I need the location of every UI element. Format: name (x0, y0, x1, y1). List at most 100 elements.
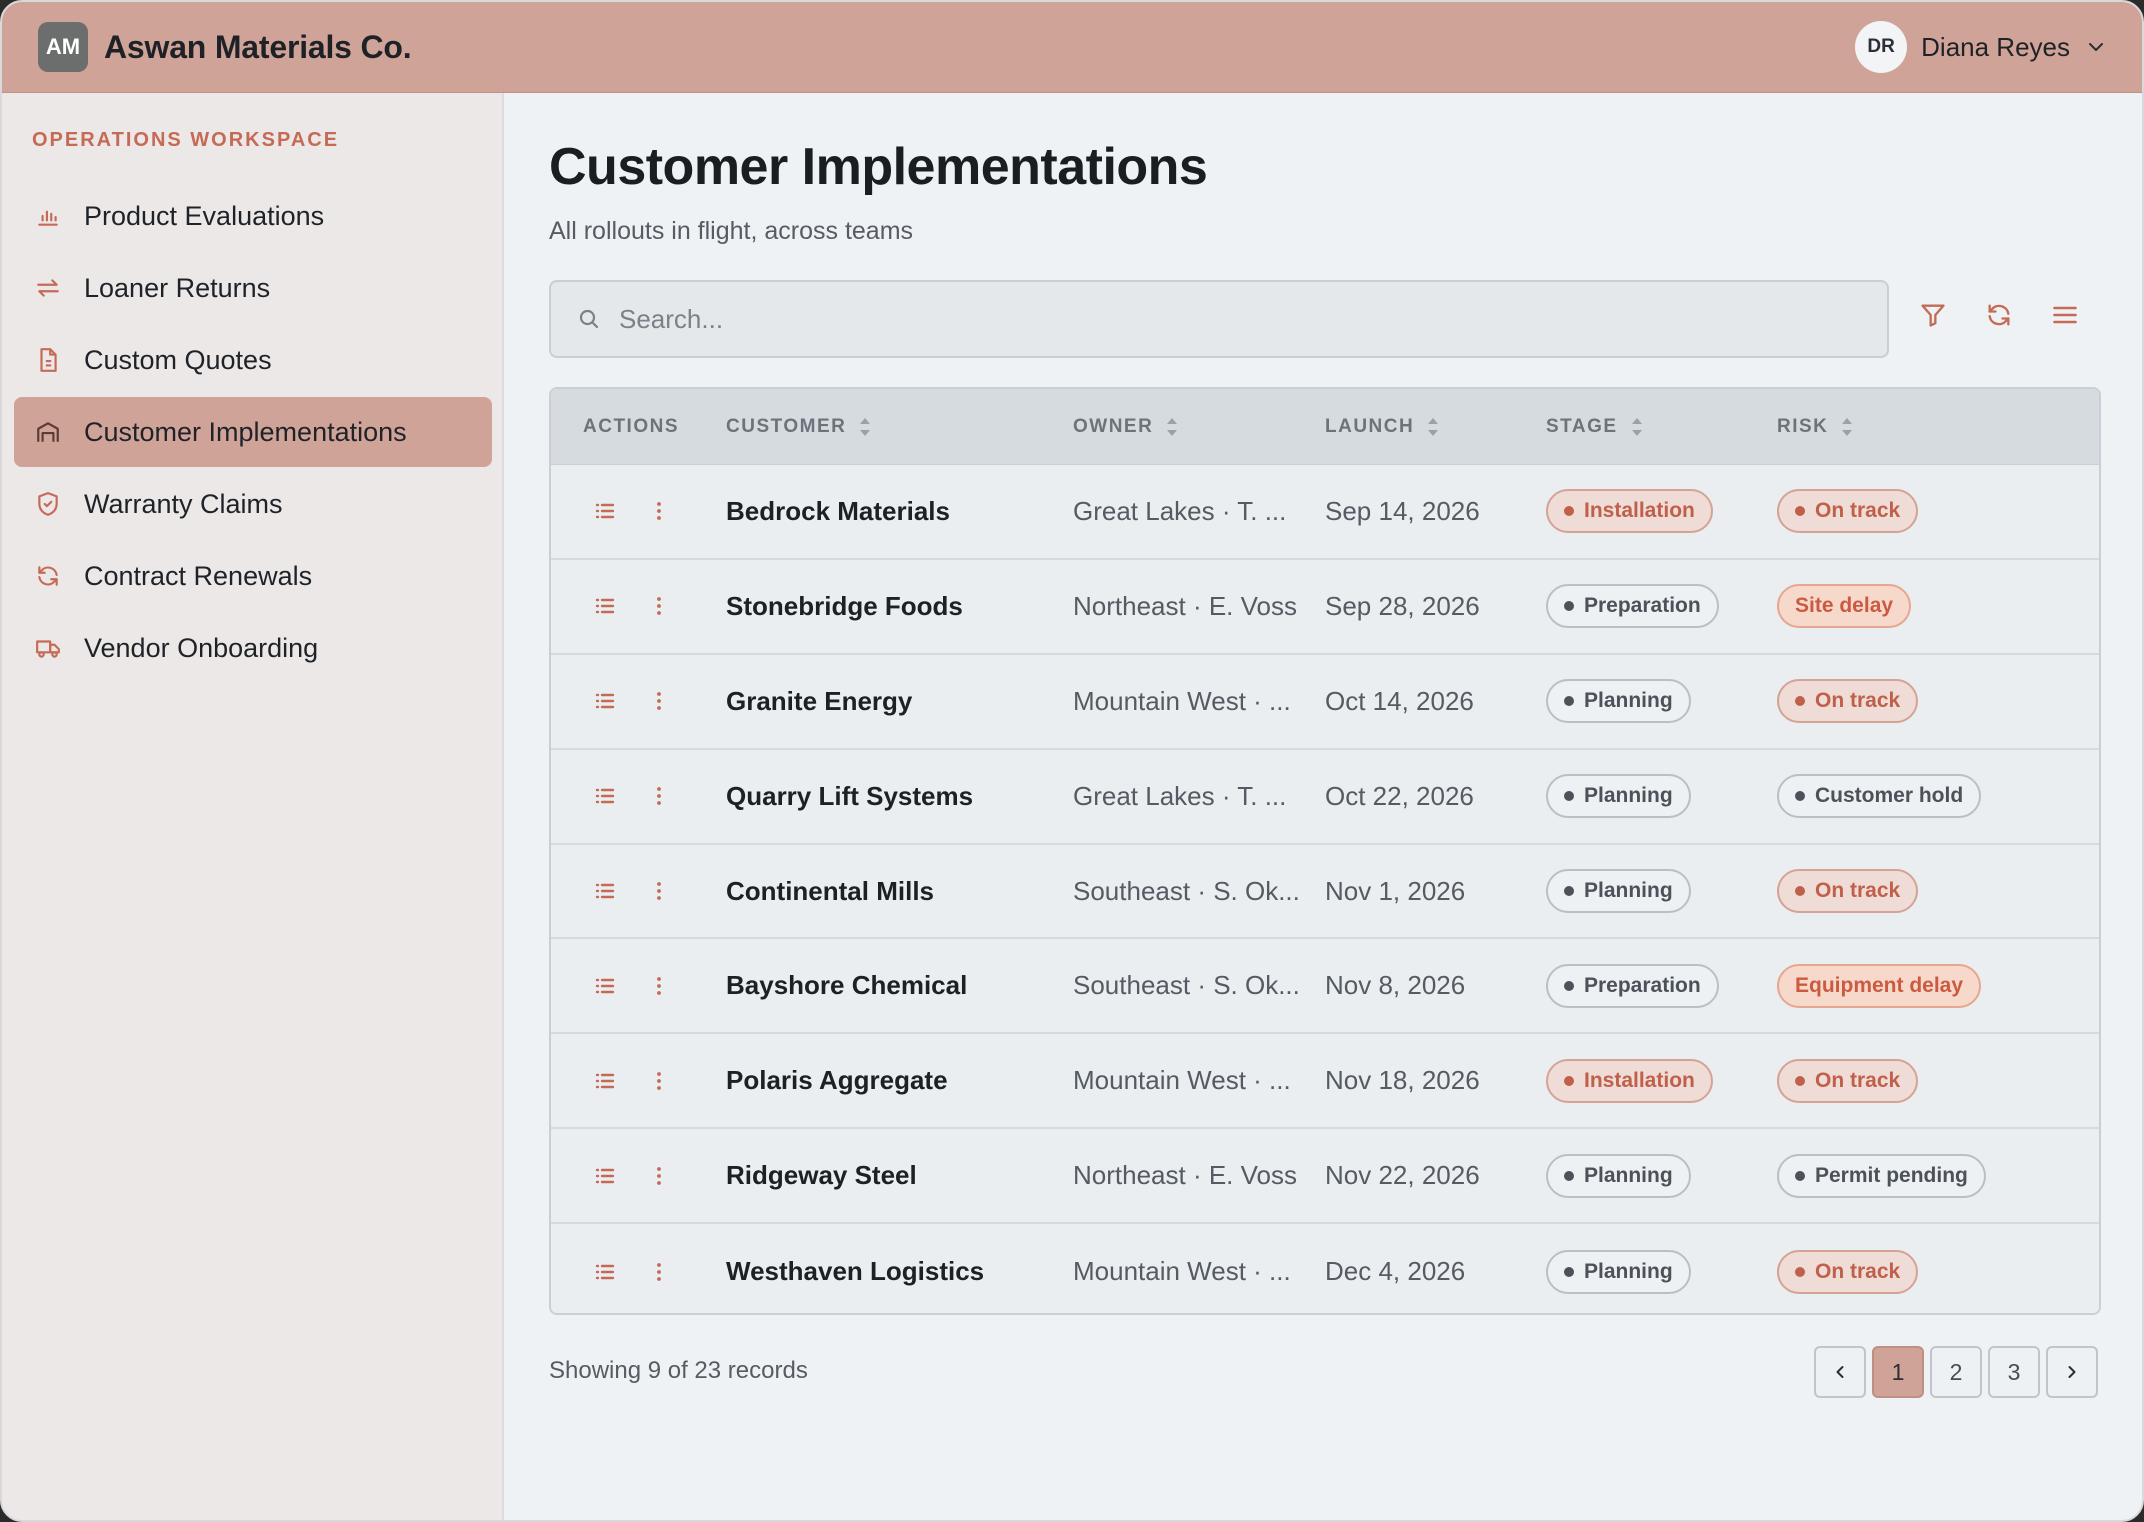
table-row[interactable]: Granite Energy Mountain West · ... Oct 14,… (551, 654, 2099, 750)
row-actions (551, 1069, 726, 1093)
user-name: Diana Reyes (1921, 31, 2070, 62)
customer-name[interactable]: Continental Mills (726, 876, 1073, 907)
customer-name[interactable]: Bayshore Chemical (726, 970, 1073, 1001)
details-list-icon[interactable] (593, 1164, 617, 1188)
sort-icon[interactable] (1426, 416, 1440, 438)
owner-cell: Great Lakes · T. ... (1073, 780, 1287, 811)
shield-icon (34, 490, 62, 518)
details-list-icon[interactable] (593, 784, 617, 808)
sort-icon[interactable] (858, 416, 872, 438)
header-stage[interactable]: STAGE (1546, 416, 1777, 438)
customer-name[interactable]: Ridgeway Steel (726, 1160, 1073, 1191)
sidebar-item-custom-quotes[interactable]: Custom Quotes (14, 325, 492, 395)
details-list-icon[interactable] (593, 879, 617, 903)
sidebar-item-product-evaluations[interactable]: Product Evaluations (14, 181, 492, 251)
status-dot (1795, 506, 1805, 517)
bar-chart-icon (34, 202, 62, 230)
more-vertical-icon[interactable] (647, 499, 671, 523)
more-vertical-icon[interactable] (647, 1260, 671, 1284)
sort-icon[interactable] (1165, 416, 1179, 438)
next-page-button[interactable] (2046, 1346, 2098, 1398)
sidebar-item-label: Warranty Claims (84, 488, 283, 519)
risk-badge: On track (1777, 489, 1919, 534)
details-list-icon[interactable] (593, 974, 617, 998)
table-row[interactable]: Continental Mills Southeast · S. Ok... Nov… (551, 844, 2099, 940)
page-button-3[interactable]: 3 (1988, 1346, 2040, 1398)
owner-cell: Northeast · E. Voss (1073, 590, 1297, 621)
customer-name[interactable]: Quarry Lift Systems (726, 781, 1073, 812)
customer-name[interactable]: Bedrock Materials (726, 496, 1073, 527)
more-vertical-icon[interactable] (647, 689, 671, 713)
stage-badge: Preparation (1546, 584, 1719, 629)
details-list-icon[interactable] (593, 499, 617, 523)
table-row[interactable]: Polaris Aggregate Mountain West · ... Nov … (551, 1034, 2099, 1130)
launch-date: Sep 28, 2026 (1325, 590, 1480, 621)
row-actions (551, 1260, 726, 1284)
status-dot (1564, 1075, 1574, 1086)
refresh-button[interactable] (1982, 298, 2016, 332)
stage-label: Planning (1584, 689, 1673, 713)
table-row[interactable]: Quarry Lift Systems Great Lakes · T. ... O… (551, 749, 2099, 845)
launch-date: Oct 14, 2026 (1325, 685, 1474, 716)
more-vertical-icon[interactable] (647, 974, 671, 998)
more-vertical-icon[interactable] (647, 1164, 671, 1188)
sidebar-item-vendor-onboarding[interactable]: Vendor Onboarding (14, 613, 492, 683)
status-dot (1564, 1266, 1574, 1277)
search-input[interactable] (619, 303, 1819, 335)
sidebar-item-customer-implementations[interactable]: Customer Implementations (14, 397, 492, 467)
customer-name[interactable]: Granite Energy (726, 686, 1073, 717)
sidebar-item-warranty-claims[interactable]: Warranty Claims (14, 469, 492, 539)
more-vertical-icon[interactable] (647, 1069, 671, 1093)
table-row[interactable]: Westhaven Logistics Mountain West · ... De… (551, 1224, 2099, 1313)
customer-name[interactable]: Polaris Aggregate (726, 1065, 1073, 1096)
risk-label: Equipment delay (1795, 973, 1964, 997)
sidebar-item-contract-renewals[interactable]: Contract Renewals (14, 541, 492, 611)
menu-button[interactable] (2048, 298, 2082, 332)
stage-label: Installation (1584, 1068, 1695, 1092)
header-launch[interactable]: LAUNCH (1325, 416, 1546, 438)
sort-icon[interactable] (1840, 416, 1854, 438)
page-button-2[interactable]: 2 (1930, 1346, 1982, 1398)
more-vertical-icon[interactable] (647, 879, 671, 903)
table-header: ACTIONS CUSTOMER OWNER LAUNCH STAGE RISK (551, 389, 2099, 465)
table-row[interactable]: Ridgeway Steel Northeast · E. Voss Nov 22,… (551, 1129, 2099, 1225)
chevron-right-icon (2068, 1366, 2076, 1378)
customer-name[interactable]: Westhaven Logistics (726, 1256, 1073, 1287)
sidebar: OPERATIONS WORKSPACE Product Evaluations… (2, 93, 504, 1520)
table-row[interactable]: Bayshore Chemical Southeast · S. Ok... Nov… (551, 939, 2099, 1035)
avatar: DR (1855, 21, 1908, 73)
status-dot (1795, 791, 1805, 802)
refresh-icon (1988, 304, 2010, 326)
prev-page-button[interactable] (1814, 1346, 1866, 1398)
user-menu[interactable]: DR Diana Reyes (1855, 21, 2108, 73)
details-list-icon[interactable] (593, 1260, 617, 1284)
risk-label: Customer hold (1815, 784, 1964, 808)
sidebar-item-loaner-returns[interactable]: Loaner Returns (14, 253, 492, 323)
table-row[interactable]: Bedrock Materials Great Lakes · T. ... Sep… (551, 465, 2099, 560)
chevron-down-icon[interactable] (2084, 35, 2108, 59)
header-risk[interactable]: RISK (1777, 416, 2077, 438)
page-button-1[interactable]: 1 (1872, 1346, 1924, 1398)
header-owner[interactable]: OWNER (1073, 416, 1325, 438)
search-bar[interactable] (549, 280, 1889, 358)
header-customer[interactable]: CUSTOMER (726, 416, 1073, 438)
stage-cell: Preparation (1546, 584, 1777, 629)
main-content: Customer Implementations All rollouts in… (504, 93, 2142, 1520)
details-list-icon[interactable] (593, 594, 617, 618)
stage-label: Planning (1584, 879, 1673, 902)
risk-badge: On track (1777, 869, 1919, 913)
more-vertical-icon[interactable] (647, 594, 671, 618)
risk-badge: On track (1777, 679, 1919, 724)
sort-icon[interactable] (1630, 416, 1644, 438)
risk-label: On track (1815, 1068, 1901, 1092)
stage-badge: Planning (1546, 679, 1691, 724)
details-list-icon[interactable] (593, 1069, 617, 1093)
risk-label: On track (1815, 1259, 1901, 1283)
table-row[interactable]: Stonebridge Foods Northeast · E. Voss Sep … (551, 559, 2099, 655)
more-vertical-icon[interactable] (647, 784, 671, 808)
brand[interactable]: AM Aswan Materials Co. (38, 22, 412, 72)
details-list-icon[interactable] (593, 689, 617, 713)
filter-button[interactable] (1916, 298, 1950, 332)
customer-name[interactable]: Stonebridge Foods (726, 591, 1073, 622)
stage-cell: Planning (1546, 679, 1777, 724)
